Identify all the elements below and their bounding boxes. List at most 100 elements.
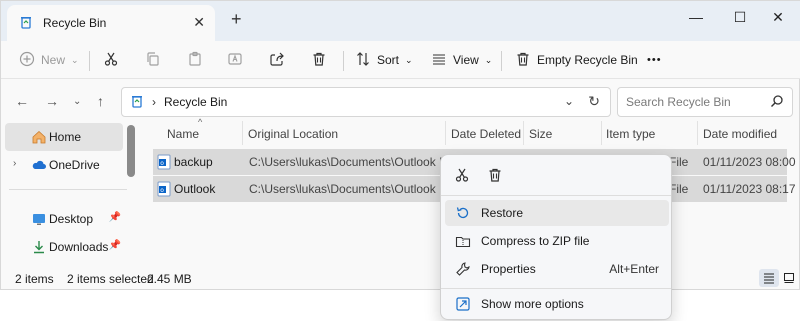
column-divider[interactable] xyxy=(523,121,524,145)
column-divider[interactable] xyxy=(445,121,446,145)
sort-label: Sort xyxy=(377,53,400,67)
desktop-icon xyxy=(31,211,47,230)
nav-divider xyxy=(9,189,127,190)
tiles-view-button[interactable] xyxy=(779,269,799,287)
context-cut-button[interactable] xyxy=(451,165,473,187)
context-compress-zip[interactable]: Compress to ZIP file xyxy=(445,228,669,254)
search-icon xyxy=(770,94,784,111)
chevron-down-icon: ⌄ xyxy=(71,54,79,65)
context-properties[interactable]: Properties Alt+Enter xyxy=(445,256,669,282)
column-header-item-type[interactable]: Item type xyxy=(606,127,655,141)
nav-item-desktop[interactable]: Desktop 📌 xyxy=(5,205,123,233)
pin-icon[interactable]: 📌 xyxy=(109,212,121,223)
tiles-view-icon xyxy=(784,273,794,283)
share-button[interactable] xyxy=(269,47,285,73)
expand-chevron-icon[interactable]: › xyxy=(13,158,16,169)
nav-scrollbar[interactable] xyxy=(127,125,135,177)
file-explorer-window: Recycle Bin ✕ + — ☐ ✕ New ⌄ Sort ⌄ View … xyxy=(0,0,800,290)
new-label: New xyxy=(41,53,66,67)
column-divider[interactable] xyxy=(242,121,243,145)
nav-label: OneDrive xyxy=(49,158,100,172)
scissors-icon xyxy=(103,51,119,70)
close-button[interactable]: ✕ xyxy=(755,3,800,31)
show-more-options-icon xyxy=(455,296,471,312)
copy-icon xyxy=(145,51,161,70)
paste-button[interactable] xyxy=(187,47,203,73)
new-button[interactable]: New ⌄ xyxy=(19,47,79,73)
copy-button[interactable] xyxy=(145,47,161,73)
empty-recycle-bin-label: Empty Recycle Bin xyxy=(537,53,638,67)
context-menu-quick-actions xyxy=(441,155,671,195)
context-item-label: Compress to ZIP file xyxy=(481,234,590,248)
breadcrumb-recycle-bin[interactable]: Recycle Bin xyxy=(164,95,227,109)
up-arrow-icon[interactable]: ↑ xyxy=(97,93,104,109)
outlook-file-icon: o xyxy=(157,181,171,200)
command-bar: New ⌄ Sort ⌄ View ⌄ Empty Recycle Bin ••… xyxy=(1,41,800,79)
delete-button[interactable] xyxy=(311,47,327,73)
svg-text:o: o xyxy=(160,160,164,167)
address-history-chevron-icon[interactable]: ⌄ xyxy=(564,94,574,108)
address-bar[interactable]: › Recycle Bin ⌄ ↻ xyxy=(121,87,611,117)
chevron-down-icon: ⌄ xyxy=(405,54,413,65)
selected-count: 2 items selected xyxy=(67,272,154,286)
title-bar: Recycle Bin ✕ + — ☐ ✕ xyxy=(1,1,800,41)
details-view-icon xyxy=(764,273,774,284)
nav-item-onedrive[interactable]: › OneDrive xyxy=(5,151,123,179)
scissors-icon xyxy=(454,167,470,186)
file-date-modified: 01/11/2023 08:00 xyxy=(703,155,796,169)
context-delete-button[interactable] xyxy=(484,165,506,187)
nav-label: Downloads xyxy=(49,240,109,254)
recent-chevron-icon[interactable]: ⌄ xyxy=(73,96,81,107)
context-item-label: Properties xyxy=(481,262,536,276)
column-divider[interactable] xyxy=(601,121,602,145)
new-tab-button[interactable]: + xyxy=(231,9,242,30)
context-restore[interactable]: Restore xyxy=(445,200,669,226)
file-original-location: C:\Users\lukas\Documents\Outlook Files xyxy=(249,155,465,169)
trash-icon xyxy=(311,51,327,70)
tab-recycle-bin[interactable]: Recycle Bin ✕ xyxy=(7,5,215,41)
column-divider[interactable] xyxy=(697,121,698,145)
search-box[interactable]: Search Recycle Bin xyxy=(617,87,793,117)
refresh-icon[interactable]: ↻ xyxy=(588,93,600,110)
file-original-location: C:\Users\lukas\Documents\Outlook Files xyxy=(249,182,465,196)
empty-recycle-bin-button[interactable]: Empty Recycle Bin xyxy=(515,47,638,73)
sort-icon xyxy=(355,51,371,70)
toolbar-divider xyxy=(343,51,344,71)
back-arrow-icon[interactable]: ← xyxy=(15,93,29,109)
file-name: Outlook xyxy=(174,182,216,196)
toolbar-divider xyxy=(89,51,90,71)
rename-button[interactable] xyxy=(227,47,243,73)
forward-arrow-icon[interactable]: → xyxy=(45,93,59,109)
search-input[interactable]: Search Recycle Bin xyxy=(626,95,731,109)
pin-icon[interactable]: 📌 xyxy=(109,240,121,251)
column-header-original-location[interactable]: Original Location xyxy=(248,127,338,141)
recycle-bin-icon xyxy=(19,15,33,32)
details-view-button[interactable] xyxy=(759,269,779,287)
tab-title: Recycle Bin xyxy=(43,16,107,30)
column-header-row: Name Original Location Date Deleted Size… xyxy=(151,119,791,147)
minimize-button[interactable]: — xyxy=(673,3,719,31)
chevron-right-icon[interactable]: › xyxy=(152,95,156,109)
plus-circle-icon xyxy=(19,51,35,70)
context-show-more-options[interactable]: Show more options xyxy=(445,291,669,317)
selected-size: 2.45 MB xyxy=(147,272,192,286)
context-menu: Restore Compress to ZIP file Properties … xyxy=(440,154,672,320)
more-options-button[interactable]: ••• xyxy=(647,47,662,73)
tab-close-icon[interactable]: ✕ xyxy=(193,14,205,31)
column-header-date-deleted[interactable]: Date Deleted xyxy=(451,127,521,141)
sort-button[interactable]: Sort ⌄ xyxy=(355,47,413,73)
nav-item-downloads[interactable]: Downloads 📌 xyxy=(5,233,123,261)
file-name: backup xyxy=(174,155,213,169)
view-button[interactable]: View ⌄ xyxy=(431,47,492,73)
file-date-modified: 01/11/2023 08:17 xyxy=(703,182,796,196)
view-lines-icon xyxy=(431,51,447,70)
item-count: 2 items xyxy=(15,272,54,286)
recycle-bin-icon xyxy=(130,94,144,111)
cut-button[interactable] xyxy=(103,47,119,73)
column-header-name[interactable]: Name xyxy=(167,127,199,141)
column-header-size[interactable]: Size xyxy=(529,127,552,141)
clipboard-icon xyxy=(187,51,203,70)
column-header-date-modified[interactable]: Date modified xyxy=(703,127,777,141)
trash-icon xyxy=(515,51,531,70)
nav-item-home[interactable]: Home xyxy=(5,123,123,151)
